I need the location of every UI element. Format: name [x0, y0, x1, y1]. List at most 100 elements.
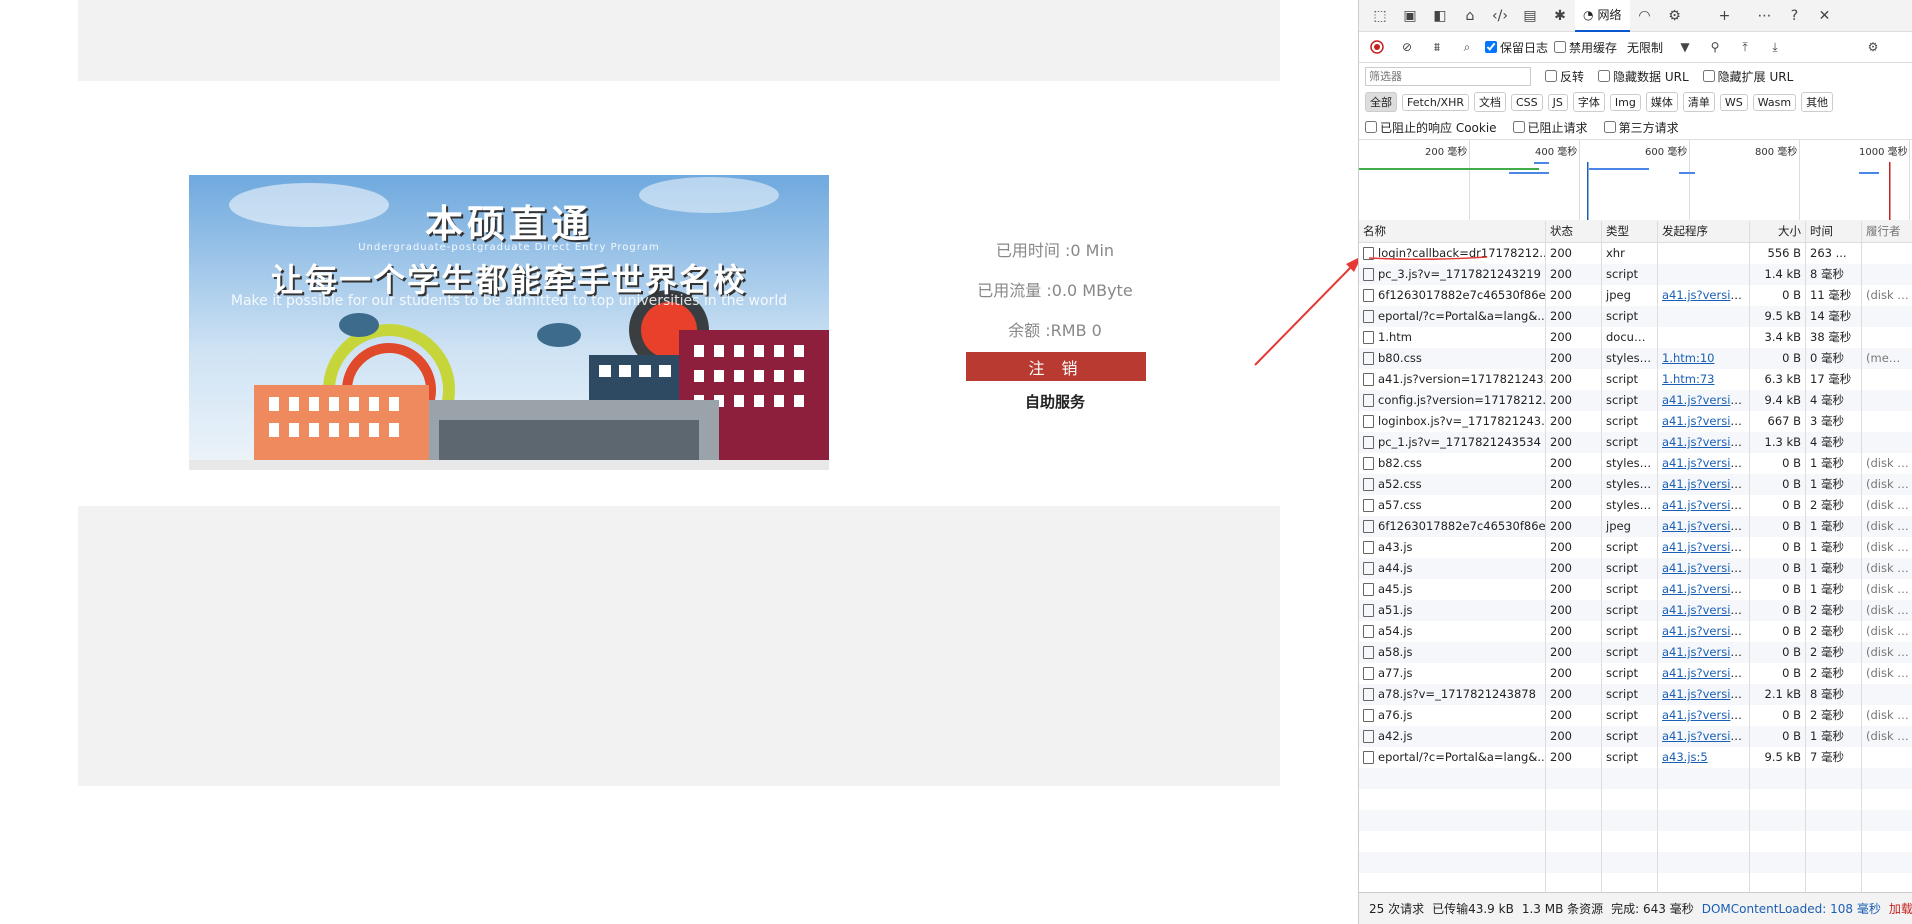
blocked-cookies-input[interactable]	[1365, 121, 1377, 133]
cell-name[interactable]: a52.css	[1359, 474, 1546, 495]
initiator-link[interactable]: a41.js?version=1	[1662, 729, 1749, 743]
initiator-link[interactable]: a41.js?version=1	[1662, 288, 1749, 302]
cell-name[interactable]: a54.js	[1359, 621, 1546, 642]
self-service-link[interactable]: 自助服务	[955, 391, 1155, 412]
column-time[interactable]: 时间	[1806, 220, 1862, 242]
invert-input[interactable]	[1545, 70, 1557, 82]
cell-initiator[interactable]: a41.js?version=1	[1658, 516, 1750, 537]
cell-name[interactable]: config.js?version=17178212...	[1359, 390, 1546, 411]
cell-initiator[interactable]	[1658, 327, 1750, 348]
cell-name[interactable]: pc_3.js?v=_1717821243219	[1359, 264, 1546, 285]
cell-initiator[interactable]: a41.js?version=1	[1658, 390, 1750, 411]
cell-name[interactable]: a42.js	[1359, 726, 1546, 747]
request-row[interactable]: 1.htm 200 docum... 3.4 kB 38 毫秒	[1359, 327, 1912, 348]
initiator-link[interactable]: a41.js?version=1	[1662, 456, 1749, 470]
cell-initiator[interactable]: a41.js?version=1	[1658, 579, 1750, 600]
column-size[interactable]: 大小	[1750, 220, 1806, 242]
cell-name[interactable]: a57.css	[1359, 495, 1546, 516]
cell-initiator[interactable]: a41.js?version=1	[1658, 495, 1750, 516]
initiator-link[interactable]: a41.js?version=1	[1662, 687, 1749, 701]
request-row[interactable]: pc_3.js?v=_1717821243219 200 script 1.4 kB 8…	[1359, 264, 1912, 285]
request-row[interactable]: 6f1263017882e7c46530f86e... 200 jpeg a41.js…	[1359, 285, 1912, 306]
request-row[interactable]: a76.js 200script a41.js?version=10 B2 毫秒 (d…	[1359, 705, 1912, 726]
initiator-link[interactable]: a41.js?version=1	[1662, 498, 1749, 512]
cell-name[interactable]: a45.js	[1359, 579, 1546, 600]
elements-tab-icon[interactable]: ‹/›	[1485, 0, 1515, 31]
request-row[interactable]: pc_1.js?v=_1717821243534 200 script a41.js?…	[1359, 432, 1912, 453]
cell-name[interactable]: login?callback=dr17178212...	[1359, 243, 1546, 264]
inspect-element-icon[interactable]: ⬚	[1365, 0, 1395, 31]
cell-initiator[interactable]: 1.htm:10	[1658, 348, 1750, 369]
help-icon[interactable]: ?	[1780, 0, 1810, 31]
cell-initiator[interactable]: a41.js?version=1	[1658, 453, 1750, 474]
cell-initiator[interactable]: a41.js?version=1	[1658, 642, 1750, 663]
disable-cache-input[interactable]	[1554, 41, 1567, 53]
request-row[interactable]: a45.js 200script a41.js?version=10 B1 毫秒 (d…	[1359, 579, 1912, 600]
cell-name[interactable]: pc_1.js?v=_1717821243534	[1359, 432, 1546, 453]
type-filter-js[interactable]: JS	[1547, 93, 1568, 111]
request-row[interactable]: login?callback=dr17178212... 200 xhr 556 B2…	[1359, 243, 1912, 264]
tab-network[interactable]: ◔ 网络	[1575, 0, 1630, 32]
request-row[interactable]: a41.js?version=1717821243... 200 script 1.h…	[1359, 369, 1912, 390]
hide-data-url-input[interactable]	[1598, 70, 1611, 82]
request-row[interactable]: config.js?version=17178212... 200 script a4…	[1359, 390, 1912, 411]
initiator-link[interactable]: a41.js?version=1	[1662, 603, 1749, 617]
cell-initiator[interactable]	[1658, 264, 1750, 285]
cell-initiator[interactable]: a41.js?version=1	[1658, 663, 1750, 684]
request-row[interactable]: b80.css 200 stylesh... 1.htm:10 0 B0 毫秒 (memo…	[1359, 348, 1912, 369]
cell-initiator[interactable]: a41.js?version=1	[1658, 537, 1750, 558]
cell-initiator[interactable]: 1.htm:73	[1658, 369, 1750, 390]
initiator-link[interactable]: a41.js?version=1	[1662, 708, 1749, 722]
clear-icon[interactable]: ⊘	[1395, 35, 1419, 59]
column-type[interactable]: 类型	[1602, 220, 1658, 242]
initiator-link[interactable]: a41.js?version=1	[1662, 561, 1749, 575]
performance-icon[interactable]: ◠	[1630, 0, 1660, 31]
network-overview-timeline[interactable]: 200 毫秒 400 毫秒 600 毫秒 800 毫秒 1000 毫秒	[1359, 140, 1912, 223]
preserve-log-input[interactable]	[1485, 41, 1497, 53]
type-filter-css[interactable]: CSS	[1510, 93, 1543, 111]
network-settings-gear-icon[interactable]: ⚙	[1861, 35, 1885, 59]
cell-name[interactable]: b80.css	[1359, 348, 1546, 369]
type-filter-img[interactable]: Img	[1609, 93, 1641, 111]
cell-initiator[interactable]: a41.js?version=1	[1658, 621, 1750, 642]
search-icon[interactable]: ⌕	[1455, 35, 1479, 59]
cell-name[interactable]: a51.js	[1359, 600, 1546, 621]
cell-name[interactable]: eportal/?c=Portal&a=lang&...	[1359, 747, 1546, 768]
initiator-link[interactable]: a41.js?version=1	[1662, 666, 1749, 680]
request-row[interactable]: a54.js 200script a41.js?version=10 B2 毫秒 (d…	[1359, 621, 1912, 642]
request-row[interactable]: eportal/?c=Portal&a=lang&... 200 script 9.5…	[1359, 306, 1912, 327]
cell-name[interactable]: eportal/?c=Portal&a=lang&...	[1359, 306, 1546, 327]
request-row[interactable]: b82.css 200stylesh... a41.js?version=10 B1…	[1359, 453, 1912, 474]
cell-initiator[interactable]: a41.js?version=1	[1658, 600, 1750, 621]
preserve-log-checkbox[interactable]: 保留日志	[1485, 39, 1548, 56]
hide-ext-url-checkbox[interactable]: 隐藏扩展 URL	[1702, 68, 1793, 85]
request-row[interactable]: a51.js 200script a41.js?version=10 B2 毫秒 (d…	[1359, 600, 1912, 621]
welcome-home-icon[interactable]: ⌂	[1455, 0, 1485, 31]
column-name[interactable]: 名称	[1359, 220, 1546, 242]
cell-initiator[interactable]: a41.js?version=1	[1658, 285, 1750, 306]
cell-initiator[interactable]: a41.js?version=1	[1658, 684, 1750, 705]
request-row[interactable]: a52.css 200stylesh... a41.js?version=10 B1…	[1359, 474, 1912, 495]
request-row[interactable]: a78.js?v=_1717821243878 200 script a41.js?v…	[1359, 684, 1912, 705]
cell-initiator[interactable]: a41.js?version=1	[1658, 705, 1750, 726]
initiator-link[interactable]: a41.js?version=1	[1662, 540, 1749, 554]
import-upload-icon[interactable]: ⤒	[1733, 35, 1757, 59]
cell-initiator[interactable]	[1658, 306, 1750, 327]
initiator-link[interactable]: a41.js?version=1	[1662, 393, 1749, 407]
cell-name[interactable]: a78.js?v=_1717821243878	[1359, 684, 1546, 705]
cell-name[interactable]: loginbox.js?v=_1717821243...	[1359, 411, 1546, 432]
cell-name[interactable]: a43.js	[1359, 537, 1546, 558]
column-status[interactable]: 状态	[1546, 220, 1602, 242]
type-filter-other[interactable]: 其他	[1801, 92, 1834, 112]
cell-name[interactable]: b82.css	[1359, 453, 1546, 474]
type-filter-fetch-xhr[interactable]: Fetch/XHR	[1402, 93, 1469, 111]
request-row[interactable]: a58.js 200script a41.js?version=10 B2 毫秒 (d…	[1359, 642, 1912, 663]
record-stop-icon[interactable]	[1365, 35, 1389, 59]
blocked-requests-input[interactable]	[1512, 121, 1525, 133]
dock-side-icon[interactable]: ◧	[1425, 0, 1455, 31]
request-row[interactable]: a57.css 200stylesh... a41.js?version=10 B2…	[1359, 495, 1912, 516]
cell-initiator[interactable]: a41.js?version=1	[1658, 411, 1750, 432]
type-filter-all[interactable]: 全部	[1365, 92, 1397, 112]
settings-gear-icon[interactable]: ⚙	[1660, 0, 1690, 31]
logout-button[interactable]: 注 销	[966, 352, 1146, 381]
